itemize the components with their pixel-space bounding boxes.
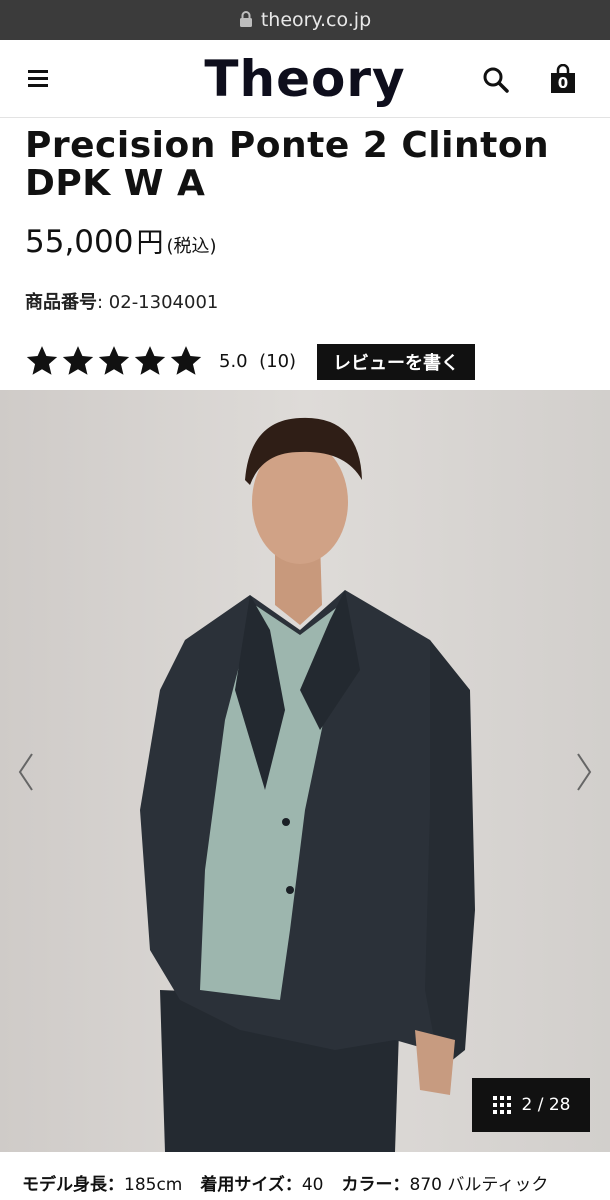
- star-icon: [134, 346, 166, 375]
- model-height-label: モデル身長：: [22, 1175, 124, 1195]
- brand-logo[interactable]: Theory: [0, 50, 610, 108]
- model-info: モデル身長：185cm 着用サイズ：40 カラー：870 バルティック: [22, 1170, 548, 1195]
- product-photo: [0, 390, 610, 1152]
- model-color-value: 870 バルティック: [409, 1175, 549, 1195]
- star-rating[interactable]: [25, 344, 205, 380]
- star-icon: [26, 346, 58, 375]
- price-amount: 55,000: [25, 224, 134, 260]
- star-icon: [98, 346, 130, 375]
- star-icon: [62, 346, 94, 375]
- model-height-value: 185cm: [124, 1175, 183, 1195]
- rating-summary[interactable]: 5.0 (10): [219, 351, 296, 372]
- search-icon[interactable]: [482, 66, 510, 94]
- star-icon: [170, 346, 202, 375]
- model-color-label: カラー：: [341, 1175, 410, 1195]
- product-image-gallery[interactable]: 2 / 28: [0, 390, 610, 1152]
- next-image-arrow-icon[interactable]: [574, 752, 594, 792]
- model-size-label: 着用サイズ：: [200, 1175, 302, 1195]
- image-counter-button[interactable]: 2 / 28: [472, 1078, 590, 1132]
- previous-image-arrow-icon[interactable]: [16, 752, 36, 792]
- review-count: (10): [259, 351, 297, 372]
- grid-icon: [492, 1096, 511, 1114]
- url-text: theory.co.jp: [260, 9, 372, 31]
- write-review-button[interactable]: レビューを書く: [317, 344, 475, 380]
- product-price: 55,000 円 (税込): [25, 221, 217, 260]
- cart-count: 0: [557, 74, 569, 92]
- rating-value: 5.0: [219, 351, 248, 372]
- shopping-bag-icon[interactable]: 0: [550, 63, 576, 94]
- model-size-value: 40: [301, 1175, 324, 1195]
- lock-icon: [239, 11, 252, 27]
- product-sku: 商品番号: 02-1304001: [25, 288, 218, 314]
- sku-value: : 02-1304001: [97, 292, 219, 313]
- image-counter-text: 2 / 28: [521, 1095, 571, 1115]
- product-title: Precision Ponte 2 Clinton DPK W A: [25, 125, 550, 204]
- price-currency: 円: [136, 228, 164, 259]
- site-header: Theory 0: [0, 40, 610, 118]
- sku-label: 商品番号: [25, 292, 97, 313]
- tax-note: (税込): [166, 236, 217, 257]
- browser-url-bar[interactable]: theory.co.jp: [0, 0, 610, 40]
